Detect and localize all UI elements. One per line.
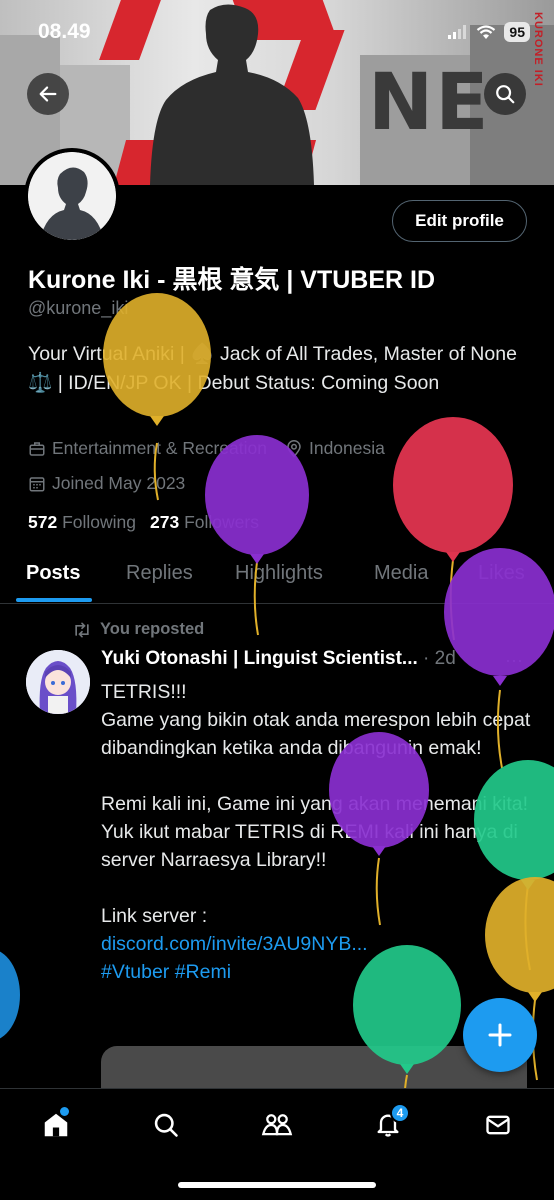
- balloon-icon: [205, 435, 309, 636]
- edit-profile-button[interactable]: Edit profile: [392, 200, 527, 242]
- nav-home[interactable]: [36, 1105, 76, 1145]
- tab-highlights[interactable]: Highlights: [235, 562, 323, 585]
- repost-label: You reposted: [100, 620, 205, 638]
- profile-location: Indonesia: [308, 438, 385, 458]
- banner-art-text: NE: [368, 58, 491, 148]
- follow-stats: 572 Following 273 Followers: [28, 512, 259, 533]
- signal-icon: [448, 25, 467, 39]
- profile-joined-row: Joined May 2023: [28, 473, 203, 494]
- followers-count: 273: [150, 512, 180, 532]
- profile-avatar[interactable]: [24, 148, 120, 244]
- post-hashtags[interactable]: #Vtuber #Remi: [101, 961, 231, 983]
- post-author-avatar[interactable]: [26, 650, 90, 714]
- balloon-icon: [0, 951, 20, 1039]
- profile-handle: @kurone_iki: [28, 298, 129, 318]
- nav-explore[interactable]: [146, 1105, 186, 1145]
- post-text: TETRIS!!! Game yang bikin otak anda mere…: [101, 681, 531, 927]
- search-button[interactable]: [484, 73, 526, 115]
- search-icon: [496, 85, 515, 104]
- status-bar: 08.49 95: [0, 0, 554, 60]
- following-count: 572: [28, 512, 58, 532]
- back-arrow-icon: [39, 86, 57, 102]
- home-unread-dot: [60, 1107, 69, 1116]
- compose-post-button[interactable]: [463, 998, 537, 1072]
- post-body: TETRIS!!! Game yang bikin otak anda mere…: [101, 678, 531, 986]
- back-button[interactable]: [27, 73, 69, 115]
- tab-likes[interactable]: Likes: [478, 562, 525, 585]
- wifi-icon: [477, 24, 496, 39]
- repost-icon: [75, 621, 89, 637]
- nav-communities[interactable]: [257, 1105, 297, 1145]
- briefcase-icon: [29, 441, 45, 456]
- avatar-silhouette: [28, 152, 116, 240]
- post-link[interactable]: discord.com/invite/3AU9NYB...: [101, 933, 368, 955]
- profile-bio: Your Virtual Aniki | ♠️ Jack of All Trad…: [28, 343, 517, 394]
- profile-tabs: Posts Replies Highlights Media Likes: [0, 550, 554, 604]
- calendar-icon: [29, 476, 45, 491]
- communities-icon: [261, 1114, 293, 1136]
- post-more-button[interactable]: ···: [505, 650, 523, 671]
- plus-icon: [488, 1023, 512, 1047]
- post-author-name[interactable]: Yuki Otonashi | Linguist Scientist...: [101, 648, 418, 669]
- followers-label: Followers: [184, 512, 259, 532]
- balloon-icon: [393, 417, 513, 641]
- status-time: 08.49: [38, 20, 91, 43]
- profile-category: Entertainment & Recreation: [52, 438, 267, 458]
- tab-replies[interactable]: Replies: [126, 562, 193, 585]
- tab-media[interactable]: Media: [374, 562, 428, 585]
- explore-icon: [154, 1113, 178, 1137]
- mail-icon: [486, 1115, 510, 1135]
- post-header: Yuki Otonashi | Linguist Scientist... · …: [101, 648, 456, 670]
- following-link[interactable]: 572 Following: [28, 512, 136, 533]
- profile-joined-date: Joined May 2023: [52, 473, 186, 493]
- battery-level: 95: [504, 22, 530, 42]
- notifications-badge: 4: [390, 1103, 410, 1123]
- repost-indicator: You reposted: [72, 620, 204, 639]
- post-time[interactable]: · 2d: [423, 648, 456, 669]
- home-indicator: [178, 1182, 376, 1188]
- active-tab-indicator: [16, 598, 92, 602]
- profile-meta-row: Entertainment & Recreation Indonesia: [28, 438, 403, 459]
- tab-posts[interactable]: Posts: [26, 562, 80, 585]
- nav-messages[interactable]: [478, 1105, 518, 1145]
- followers-link[interactable]: 273 Followers: [150, 512, 259, 533]
- location-pin-icon: [287, 439, 301, 458]
- profile-display-name: Kurone Iki - 黒根 意気 | VTUBER ID: [28, 266, 436, 294]
- following-label: Following: [62, 512, 137, 532]
- nav-notifications[interactable]: 4: [368, 1103, 410, 1145]
- post-avatar-art: [26, 650, 90, 714]
